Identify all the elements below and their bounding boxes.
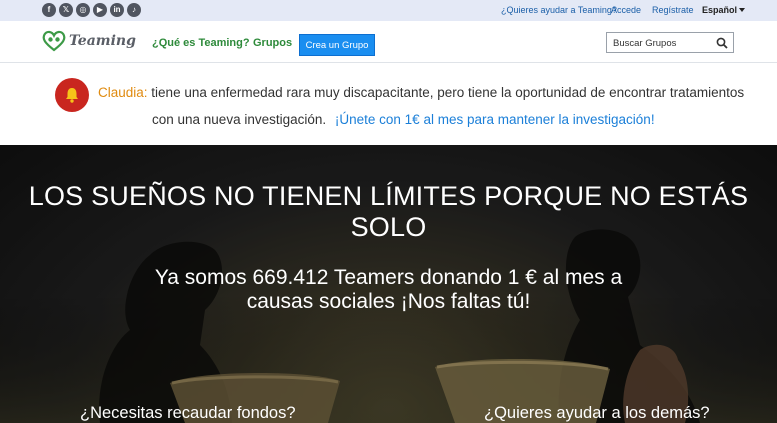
help-others-link[interactable]: ¿Quieres ayudar a los demás?: [484, 404, 710, 423]
facebook-icon[interactable]: f: [42, 3, 56, 17]
announcement-text-2: con una nueva investigación.: [152, 112, 327, 127]
social-links: f 𝕏 ◎ ▶ in ♪: [42, 3, 141, 17]
nav-groups[interactable]: Grupos: [253, 37, 292, 49]
announcement-text: tiene una enfermedad rara muy discapacit…: [151, 85, 745, 100]
search-input[interactable]: [607, 34, 715, 53]
instagram-icon[interactable]: ◎: [76, 3, 90, 17]
hero-banner: LOS SUEÑOS NO TIENEN LÍMITES PORQUE NO E…: [0, 145, 777, 423]
teaming-logo[interactable]: Teaming: [42, 30, 136, 52]
tiktok-icon[interactable]: ♪: [127, 3, 141, 17]
bell-icon: [66, 88, 78, 103]
x-icon[interactable]: 𝕏: [59, 3, 73, 17]
announcement-line-2: con una nueva investigación. ¡Únete con …: [152, 112, 655, 127]
hero-subtitle-line-1: Ya somos 669.412 Teamers donando 1 € al …: [154, 266, 623, 289]
help-teaming-link[interactable]: ¿Quieres ayudar a Teaming?: [501, 5, 617, 15]
youtube-icon[interactable]: ▶: [93, 3, 107, 17]
nav-what-is-teaming[interactable]: ¿Qué es Teaming?: [152, 37, 250, 49]
heart-logo-icon: [42, 30, 66, 52]
hero-subtitle: Ya somos 669.412 Teamers donando 1 € al …: [0, 266, 777, 314]
announcement-line-1: Claudia: tiene una enfermedad rara muy d…: [98, 85, 744, 100]
search-box: [606, 32, 734, 53]
beneficiary-name: Claudia:: [98, 85, 148, 100]
alert-badge: [55, 78, 89, 112]
create-group-button[interactable]: Crea un Grupo: [299, 34, 375, 56]
hero-subtitle-line-2: causas sociales ¡Nos faltas tú!: [246, 290, 531, 313]
hero-title: LOS SUEÑOS NO TIENEN LÍMITES PORQUE NO E…: [0, 181, 777, 243]
announcement-bar: Claudia: tiene una enfermedad rara muy d…: [0, 63, 777, 145]
linkedin-icon[interactable]: in: [110, 3, 124, 17]
join-cause-link[interactable]: ¡Únete con 1€ al mes para mantener la in…: [335, 112, 655, 127]
language-label: Español: [702, 5, 738, 15]
caret-down-icon: [739, 8, 746, 12]
hero-title-line-1: LOS SUEÑOS NO TIENEN LÍMITES PORQUE NO E…: [28, 181, 749, 211]
register-link[interactable]: Regístrate: [652, 5, 694, 15]
main-nav: Teaming ¿Qué es Teaming? Grupos Crea un …: [0, 21, 777, 63]
top-bar: f 𝕏 ◎ ▶ in ♪ ¿Quieres ayudar a Teaming? …: [0, 0, 777, 21]
language-selector[interactable]: Español: [702, 5, 746, 15]
login-link[interactable]: Accede: [611, 5, 641, 15]
search-icon[interactable]: [716, 37, 728, 49]
logo-text: Teaming: [69, 33, 136, 49]
raise-funds-link[interactable]: ¿Necesitas recaudar fondos?: [80, 404, 296, 423]
hero-title-line-2: SOLO: [350, 212, 427, 242]
